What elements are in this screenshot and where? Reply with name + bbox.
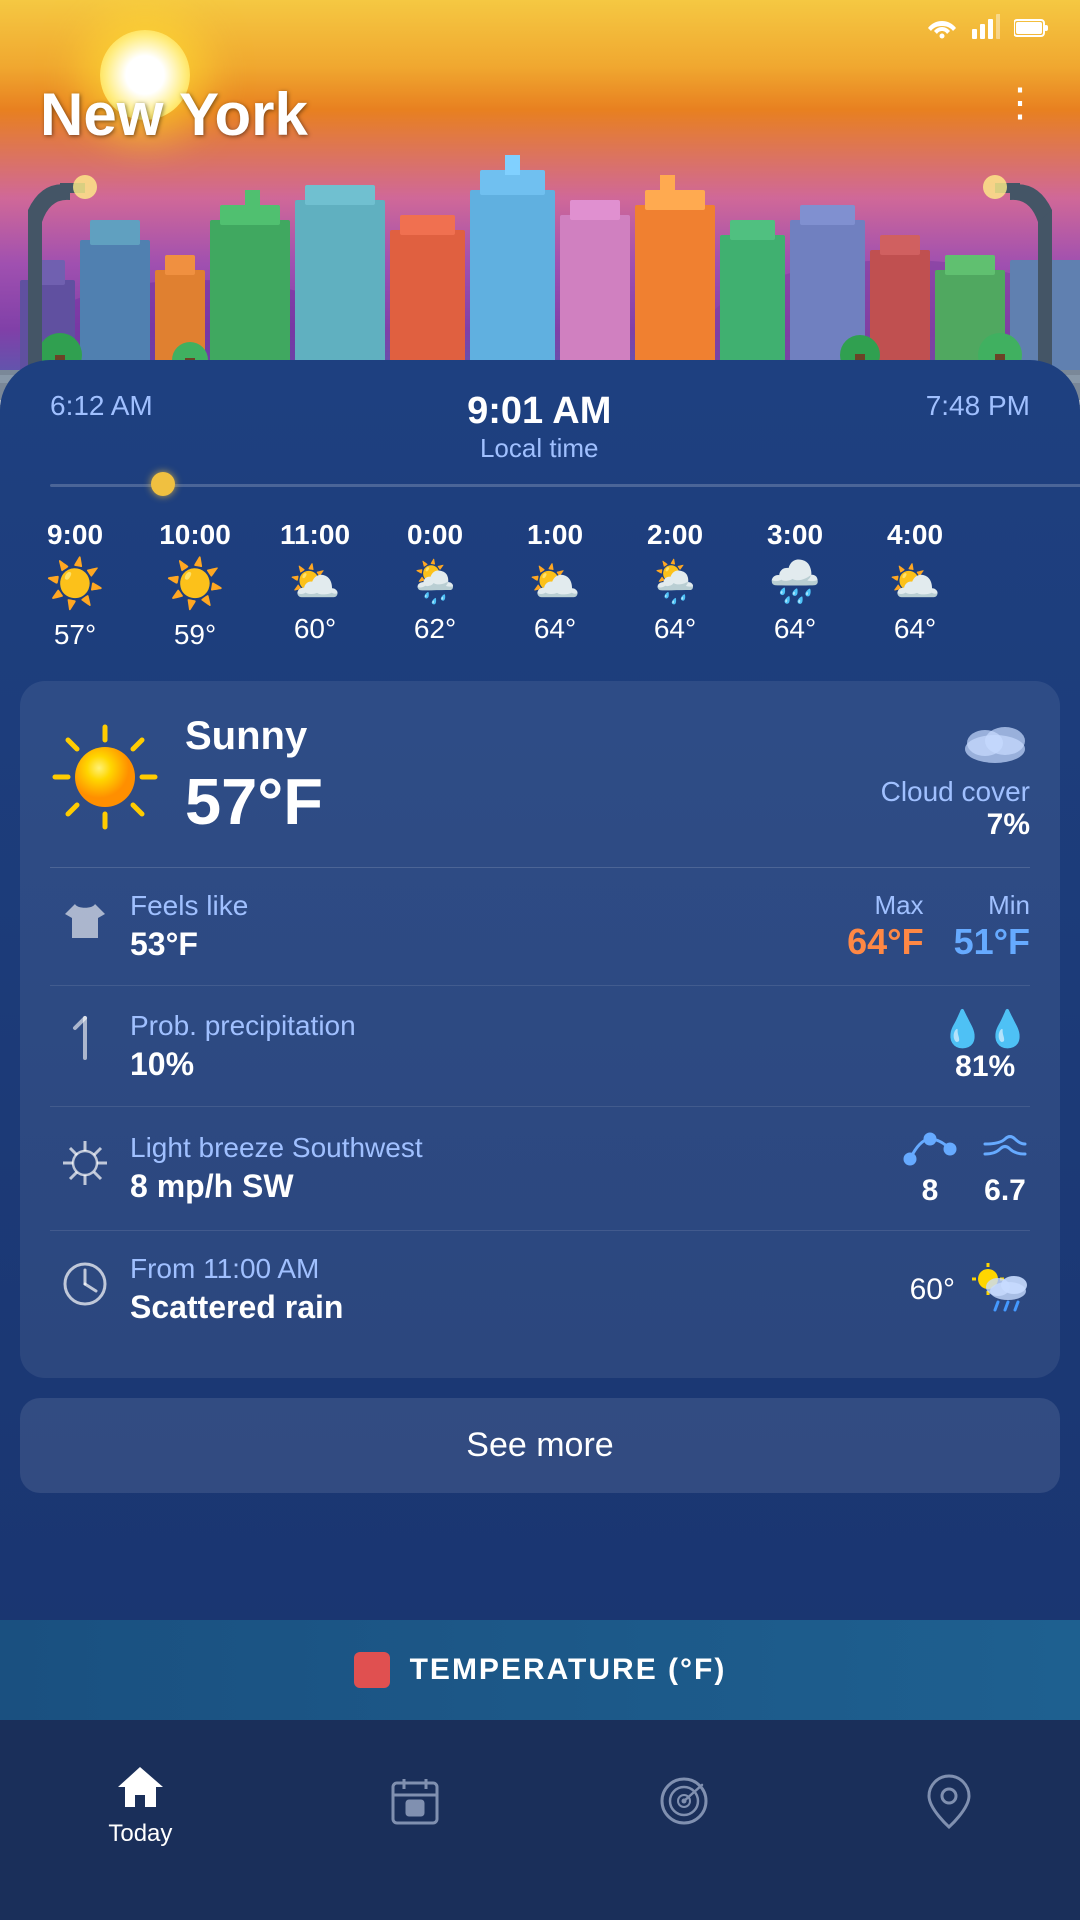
forecast-condition: Scattered rain — [130, 1289, 910, 1326]
wind-label: Light breeze Southwest — [130, 1132, 900, 1164]
shirt-icon — [50, 896, 120, 957]
city-title: New York — [40, 80, 308, 149]
sunset-time: 7:48 PM — [926, 390, 1030, 422]
current-weather-card: Sunny 57°F Cloud cover 7% — [20, 681, 1060, 1378]
min-label: Min — [954, 890, 1030, 921]
wind-speed-val: 8 — [900, 1174, 960, 1208]
nav-item-calendar[interactable]: 10 — [389, 1775, 441, 1835]
max-label: Max — [847, 890, 923, 921]
hour-item-0: 9:00 ☀️ 57° — [30, 519, 120, 651]
precip-value: 10% — [130, 1046, 940, 1083]
condition-temp: 57°F — [185, 764, 323, 839]
hour-item-5: 2:00 🌦️ 64° — [630, 519, 720, 651]
nav-item-location[interactable] — [927, 1774, 972, 1837]
weather-card: 6:12 AM 9:01 AM Local time 7:48 PM 9:00 … — [0, 360, 1080, 1720]
more-options-button[interactable]: ⋮ — [1000, 80, 1040, 126]
battery-icon — [1014, 14, 1050, 46]
feels-like-label: Feels like — [130, 890, 847, 922]
cloud-cover-icon — [881, 711, 1030, 771]
wind-value: 8 mp/h SW — [130, 1168, 900, 1205]
home-icon — [113, 1762, 168, 1812]
sunrise-time: 6:12 AM — [50, 390, 153, 422]
local-time-label: Local time — [467, 433, 611, 464]
forecast-row: From 11:00 AM Scattered rain 60° — [50, 1231, 1030, 1348]
hour-item-6: 3:00 🌧️ 64° — [750, 519, 840, 651]
precipitation-row: Prob. precipitation 10% 💧💧 81% — [50, 986, 1030, 1107]
precip-label: Prob. precipitation — [130, 1010, 940, 1042]
max-val: 64°F — [847, 921, 923, 963]
nav-item-today[interactable]: Today — [108, 1762, 172, 1848]
forecast-temp: 60° — [910, 1273, 955, 1307]
feels-like-row: Feels like 53°F Max 64°F Min 51°F — [50, 868, 1030, 986]
hour-item-3: 0:00 🌦️ 62° — [390, 519, 480, 651]
calendar-icon: 10 — [389, 1775, 441, 1827]
forecast-from-label: From 11:00 AM — [130, 1253, 910, 1285]
timeline — [0, 474, 1080, 494]
nav-item-radar[interactable] — [658, 1775, 710, 1835]
min-val: 51°F — [954, 921, 1030, 963]
hour-item-1: 10:00 ☀️ 59° — [150, 519, 240, 651]
wind-graph-icon — [900, 1129, 960, 1169]
humidity-icon: 💧💧 — [940, 1008, 1030, 1050]
svg-text:10: 10 — [408, 1801, 422, 1815]
gust-val: 6.7 — [980, 1174, 1030, 1208]
wifi-icon — [926, 14, 958, 46]
see-more-button[interactable]: See more — [20, 1398, 1060, 1493]
cloud-cover-label: Cloud cover — [881, 776, 1030, 808]
hour-item-4: 1:00 ⛅ 64° — [510, 519, 600, 651]
bottom-navigation: Today 10 — [0, 1720, 1080, 1920]
temp-color-indicator — [354, 1652, 390, 1688]
temp-banner-label: TEMPERATURE (°F) — [410, 1653, 727, 1687]
cloud-cover-val: 7% — [881, 808, 1030, 842]
humidity-val: 81% — [955, 1050, 1015, 1084]
wind-row: Light breeze Southwest 8 mp/h SW 8 — [50, 1107, 1030, 1231]
clock-icon — [50, 1257, 120, 1323]
scattered-rain-icon — [970, 1257, 1030, 1323]
temperature-banner: TEMPERATURE (°F) — [0, 1620, 1080, 1720]
precip-icon — [50, 1013, 120, 1079]
hour-item-7: 4:00 ⛅ 64° — [870, 519, 960, 651]
gust-icon — [980, 1129, 1030, 1169]
sun-icon — [50, 722, 160, 832]
location-icon — [927, 1774, 972, 1829]
condition-label: Sunny — [185, 714, 323, 759]
radar-icon — [658, 1775, 710, 1827]
time-bar: 6:12 AM 9:01 AM Local time 7:48 PM — [0, 360, 1080, 474]
wind-icon — [50, 1136, 120, 1202]
signal-icon — [972, 13, 1000, 48]
feels-like-value: 53°F — [130, 926, 847, 963]
status-bar — [0, 0, 1080, 60]
hourly-forecast[interactable]: 9:00 ☀️ 57° 10:00 ☀️ 59° 11:00 ⛅ 60° 0:0… — [0, 509, 1080, 661]
hour-item-2: 11:00 ⛅ 60° — [270, 519, 360, 651]
current-time: 9:01 AM — [467, 390, 611, 433]
nav-today-label: Today — [108, 1820, 172, 1848]
timeline-dot — [151, 472, 175, 496]
